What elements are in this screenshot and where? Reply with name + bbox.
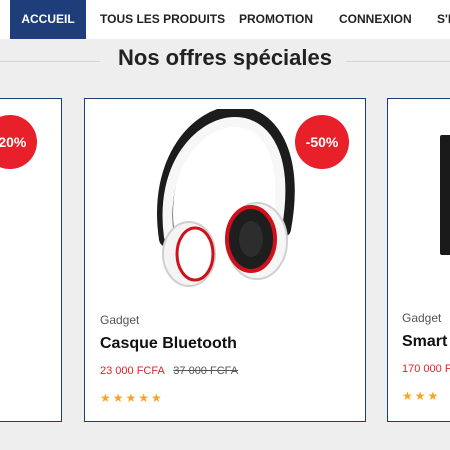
nav-item-promotion[interactable]: PROMOTION bbox=[239, 0, 313, 39]
price-current: 170 000 F bbox=[402, 363, 450, 375]
product-category: Gadget bbox=[100, 313, 140, 327]
nav-item-inscription[interactable]: S'I bbox=[437, 0, 450, 39]
product-name[interactable]: Smart bbox=[402, 333, 447, 351]
section-header: Nos offres spéciales bbox=[0, 39, 450, 81]
price-original: 37 000 FCFA bbox=[173, 365, 239, 377]
nav-item-connexion[interactable]: CONNEXION bbox=[339, 0, 412, 39]
top-navigation: ACCUEIL TOUS LES PRODUITS PROMOTION CONN… bbox=[0, 0, 450, 39]
product-name[interactable]: Casque Bluetooth bbox=[100, 335, 237, 353]
tv-image bbox=[440, 135, 450, 255]
headphones-image bbox=[157, 109, 295, 287]
discount-badge: -20% bbox=[0, 115, 37, 169]
price-row: 23 000 FCFA 37 000 FCFA bbox=[100, 365, 238, 377]
nav-item-accueil[interactable]: ACCUEIL bbox=[10, 0, 86, 39]
product-card[interactable]: -20% bbox=[0, 98, 62, 422]
rating-stars: ★★★ bbox=[402, 389, 441, 403]
title-divider-right bbox=[346, 61, 450, 62]
product-card[interactable]: -50% Gadget Casque Bluetooth 23 000 FCFA… bbox=[84, 98, 366, 422]
price-current: 23 000 FCFA bbox=[100, 365, 165, 377]
section-title: Nos offres spéciales bbox=[118, 45, 332, 70]
product-card[interactable]: Gadget Smart 170 000 F ★★★ bbox=[387, 98, 450, 422]
discount-badge: -50% bbox=[295, 115, 349, 169]
product-category: Gadget bbox=[402, 311, 442, 325]
rating-stars: ★★★★★ bbox=[100, 391, 164, 405]
nav-item-tous-les-produits[interactable]: TOUS LES PRODUITS bbox=[100, 0, 225, 39]
price-row: 170 000 F bbox=[402, 363, 450, 375]
